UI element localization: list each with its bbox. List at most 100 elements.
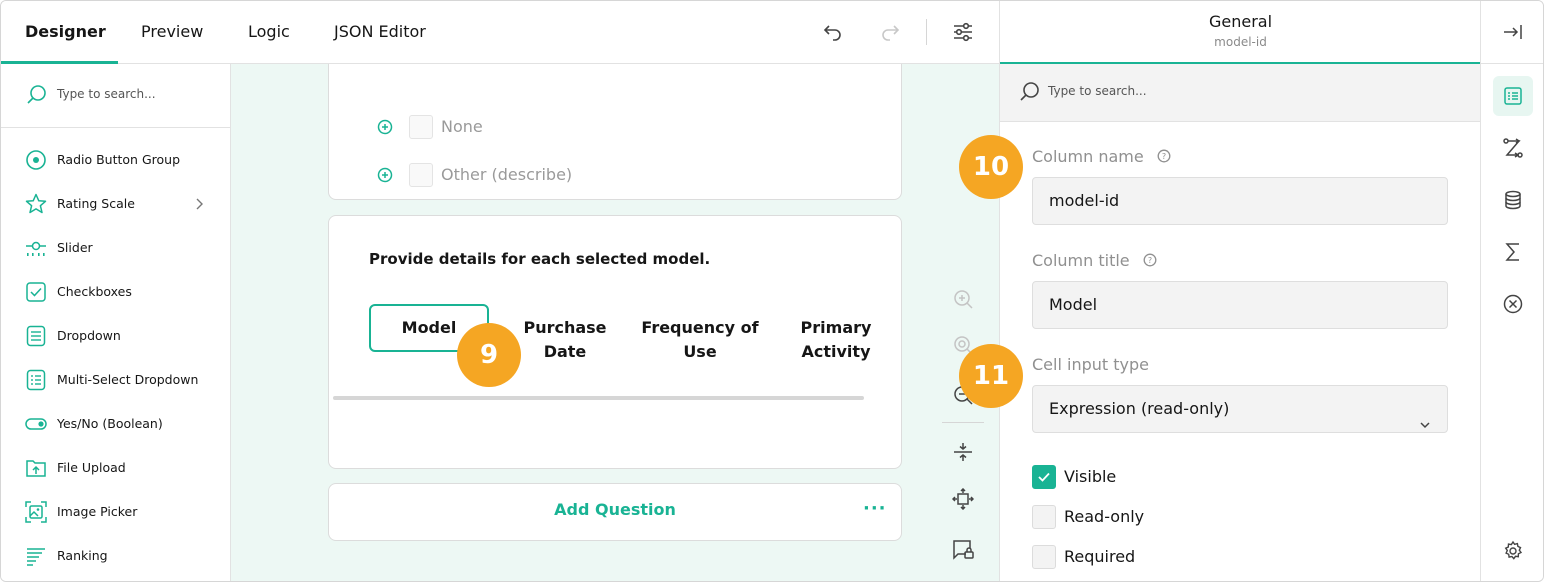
property-search[interactable]: Type to search... <box>1000 64 1481 122</box>
image-picker-icon <box>25 501 47 523</box>
tab-json-editor[interactable]: JSON Editor <box>334 1 426 63</box>
toolbox-item-label: File Upload <box>57 460 126 475</box>
property-grid-header: General model-id <box>1000 1 1481 64</box>
add-question-bar: Add Question ··· <box>328 483 902 541</box>
toolbox-item-rating-scale[interactable]: Rating Scale <box>1 182 230 226</box>
data-icon[interactable] <box>1493 180 1533 220</box>
toolbox-item-label: Dropdown <box>57 328 121 343</box>
logic-icon[interactable] <box>1493 128 1533 168</box>
file-upload-icon <box>25 457 47 479</box>
toolbox-item-ranking[interactable]: Ranking <box>1 534 230 578</box>
help-icon[interactable]: ? <box>1143 252 1157 271</box>
choice-checkbox[interactable] <box>409 163 433 187</box>
toolbox-item-file-upload[interactable]: File Upload <box>1 446 230 490</box>
checkbox-label: Read-only <box>1064 507 1145 526</box>
add-question-button[interactable]: Add Question <box>329 500 901 519</box>
choice-checkbox[interactable] <box>409 115 433 139</box>
property-search-placeholder: Type to search... <box>1048 84 1147 98</box>
toolbox-item-label: Rating Scale <box>57 196 135 211</box>
settings-sliders-icon[interactable] <box>948 17 978 47</box>
question-toolbox: Type to search... Radio Button Group Rat… <box>1 64 231 581</box>
checkbox-box[interactable] <box>1032 545 1056 569</box>
add-choice-icon[interactable] <box>377 167 393 187</box>
ranking-icon <box>25 545 47 567</box>
toolbar-divider <box>926 19 927 45</box>
checkbox-box[interactable] <box>1032 505 1056 529</box>
toolbox-item-dropdown[interactable]: Dropdown <box>1 314 230 358</box>
checkbox-label: Required <box>1064 547 1136 566</box>
cell-input-type-dropdown[interactable]: Expression (read-only) <box>1032 385 1448 433</box>
side-rail <box>1480 1 1543 581</box>
multi-dropdown-icon <box>25 369 47 391</box>
column-name-label: Column name ? <box>1032 147 1171 167</box>
choice-label[interactable]: Other (describe) <box>441 165 572 184</box>
toolbox-item-slider[interactable]: Slider <box>1 226 230 270</box>
property-grid-title: General <box>1208 12 1273 31</box>
checkbox-label: Visible <box>1064 467 1117 486</box>
properties-icon[interactable] <box>1493 76 1533 116</box>
slider-icon <box>25 237 47 259</box>
tab-preview[interactable]: Preview <box>141 1 203 63</box>
column-name-input[interactable]: model-id <box>1032 177 1448 225</box>
property-grid: General model-id Type to search... Colum… <box>999 1 1481 581</box>
toolbox-item-image-picker[interactable]: Image Picker <box>1 490 230 534</box>
column-title-label: Column title ? <box>1032 251 1157 271</box>
collapse-panel-icon[interactable] <box>1493 12 1533 52</box>
lock-comment-icon[interactable] <box>949 535 977 563</box>
survey-creator-window: Designer Preview Logic JSON Editor Type … <box>0 0 1544 582</box>
question-title[interactable]: Provide details for each selected model. <box>369 250 710 268</box>
column-title-input[interactable]: Model <box>1032 281 1448 329</box>
star-icon <box>25 193 47 215</box>
chevron-down-icon <box>1419 403 1431 449</box>
toolbox-search[interactable]: Type to search... <box>1 64 230 128</box>
tab-logic[interactable]: Logic <box>248 1 290 63</box>
toolbox-item-multi-select-dropdown[interactable]: Multi-Select Dropdown <box>1 358 230 402</box>
expand-all-icon[interactable] <box>949 485 977 513</box>
sum-icon[interactable] <box>1493 232 1533 272</box>
svg-text:?: ? <box>1162 152 1166 161</box>
design-canvas: None Other (describe) Provide details fo… <box>231 64 999 581</box>
chevron-right-icon[interactable] <box>193 195 207 217</box>
toolbox-item-label: Ranking <box>57 548 108 563</box>
toolbox-item-label: Checkboxes <box>57 284 132 299</box>
zoom-in-icon[interactable] <box>949 285 977 313</box>
column-header-primary-activity[interactable]: Primary Activity <box>777 316 895 364</box>
column-header-frequency-of-use[interactable]: Frequency of Use <box>631 316 769 364</box>
toolbox-search-placeholder: Type to search... <box>57 87 156 101</box>
toolbox-item-label: Yes/No (Boolean) <box>57 416 163 431</box>
radio-icon <box>25 149 47 171</box>
canvas-tools-divider <box>942 422 984 423</box>
undo-icon[interactable] <box>818 17 848 47</box>
horizontal-scrollbar[interactable] <box>333 396 864 400</box>
dropdown-icon <box>25 325 47 347</box>
toolbox-item-boolean[interactable]: Yes/No (Boolean) <box>1 402 230 446</box>
search-icon <box>25 84 47 110</box>
question-card-choices[interactable]: None Other (describe) <box>328 64 902 200</box>
cell-input-type-label: Cell input type <box>1032 355 1149 374</box>
svg-text:?: ? <box>1148 256 1152 265</box>
annotation-badge-9: 9 <box>457 323 521 387</box>
checkbox-box[interactable] <box>1032 465 1056 489</box>
tab-designer[interactable]: Designer <box>25 1 106 63</box>
checkbox-icon <box>25 281 47 303</box>
choice-label[interactable]: None <box>441 117 483 136</box>
rail-divider <box>1481 63 1543 64</box>
toolbox-item-checkboxes[interactable]: Checkboxes <box>1 270 230 314</box>
toolbox-item-radio-button-group[interactable]: Radio Button Group <box>1 138 230 182</box>
more-options-button[interactable]: ··· <box>863 498 887 519</box>
toolbox-item-label: Radio Button Group <box>57 152 180 167</box>
toolbox-item-label: Image Picker <box>57 504 138 519</box>
add-choice-icon[interactable] <box>377 119 393 139</box>
annotation-badge-10: 10 <box>959 135 1023 199</box>
redo-icon[interactable] <box>875 17 905 47</box>
question-card-matrix[interactable]: Provide details for each selected model.… <box>328 215 902 469</box>
property-grid-subtitle: model-id <box>1214 35 1267 49</box>
clear-icon[interactable] <box>1493 284 1533 324</box>
toggle-icon <box>25 413 47 435</box>
annotation-badge-11: 11 <box>959 344 1023 408</box>
column-header-purchase-date[interactable]: Purchase Date <box>505 316 625 364</box>
toolbox-item-label: Slider <box>57 240 93 255</box>
help-icon[interactable]: ? <box>1157 148 1171 167</box>
settings-icon[interactable] <box>1493 531 1533 571</box>
collapse-all-icon[interactable] <box>949 438 977 466</box>
